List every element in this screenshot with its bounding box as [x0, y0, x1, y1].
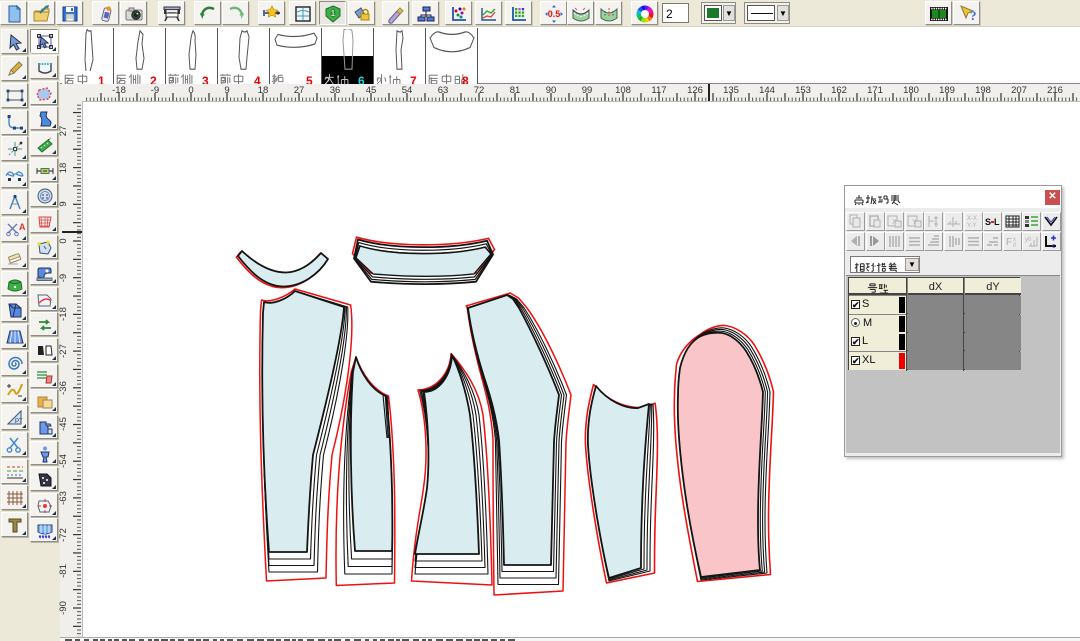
- svg-text:y0: y0: [1025, 237, 1032, 243]
- svg-text:F: F: [1006, 237, 1012, 248]
- svg-text:X-X: X-X: [967, 216, 977, 222]
- svg-text:S: S: [985, 217, 991, 227]
- svg-text:0: 0: [1013, 243, 1017, 249]
- svg-text:L: L: [994, 217, 1000, 227]
- svg-text:c: c: [1052, 243, 1056, 250]
- svg-text:Y-Y: Y-Y: [967, 223, 976, 229]
